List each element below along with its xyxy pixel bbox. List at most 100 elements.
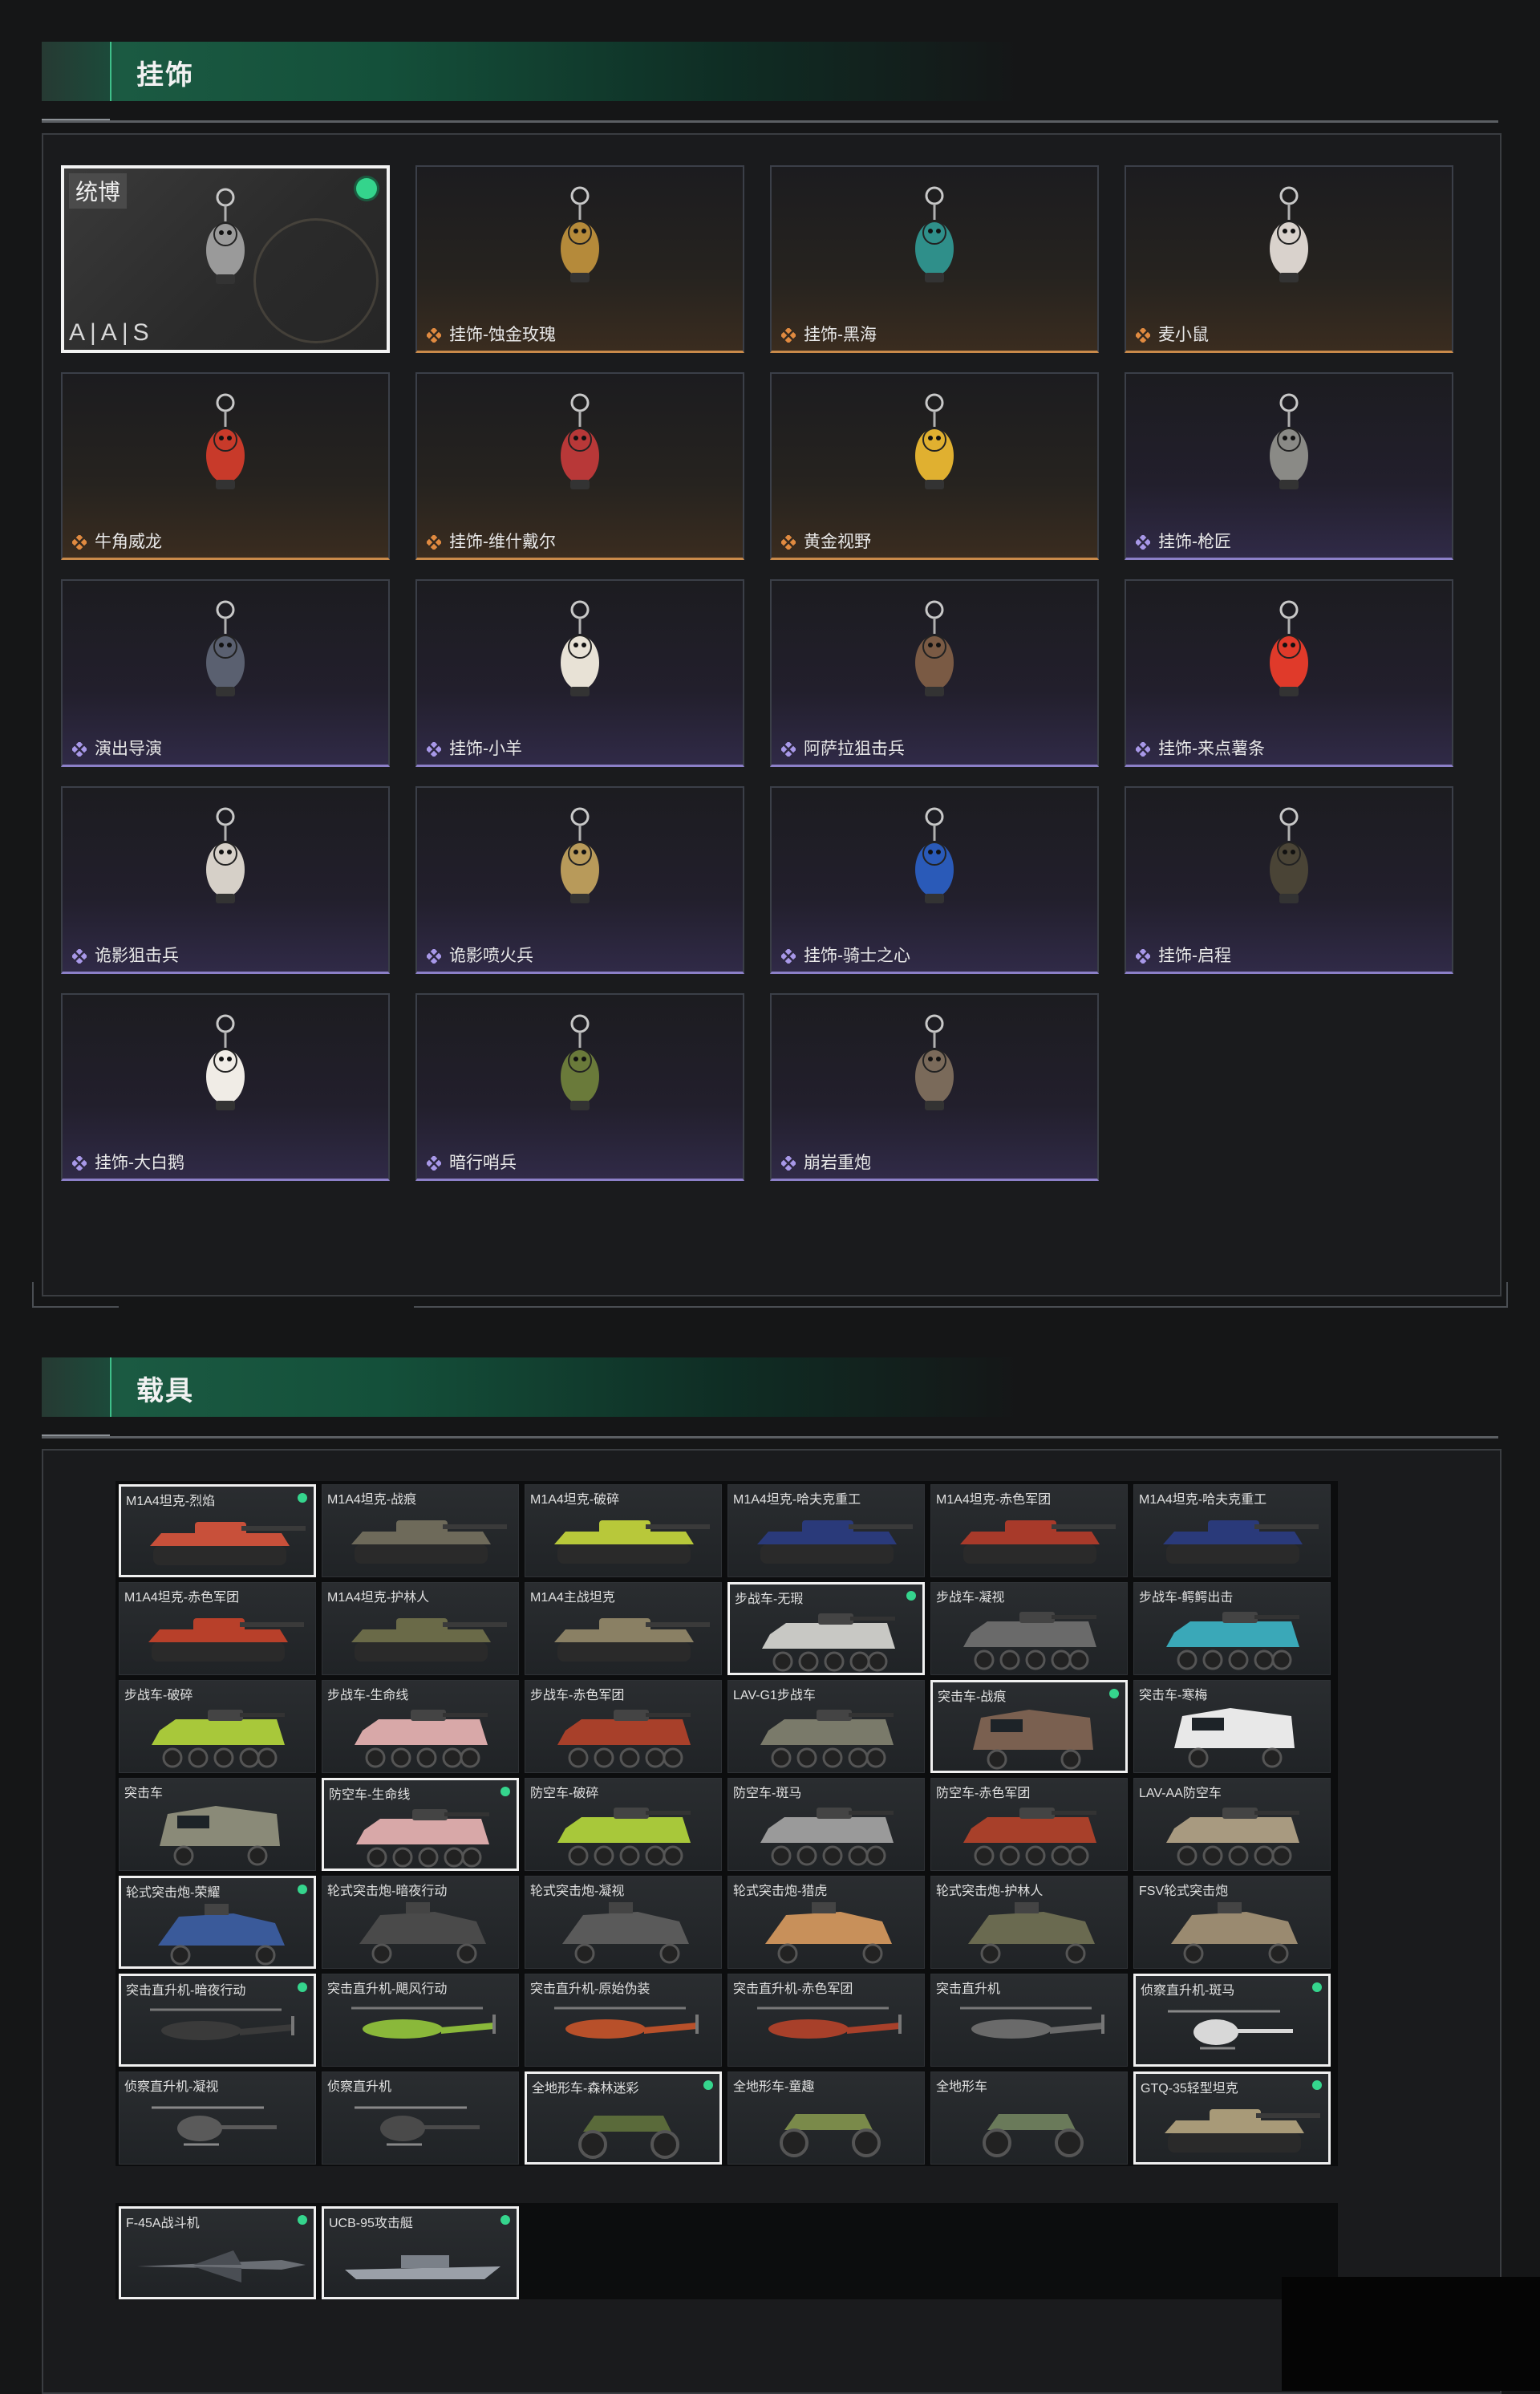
vehicle-card[interactable]: 突击直升机-赤色军团 (727, 1974, 925, 2067)
vehicle-card[interactable]: 侦察直升机-斑马 (1133, 1974, 1331, 2067)
anchor-charm-icon (915, 186, 954, 282)
vehicle-name: 突击直升机 (936, 1982, 1001, 1996)
pendant-card[interactable]: 挂饰-维什戴尔 (415, 372, 744, 560)
pendant-card[interactable]: 挂饰-启程 (1125, 786, 1453, 974)
vehicles-section-header: 载具 (42, 1357, 1498, 1438)
ifv-vehicle-icon (356, 1809, 489, 1868)
pendant-card[interactable]: 麦小鼠 (1125, 165, 1453, 353)
vehicle-card[interactable]: M1A4坦克-破碎 (525, 1484, 722, 1577)
pendant-card[interactable]: 挂饰-小羊 (415, 579, 744, 767)
pendant-label: 挂饰-来点薯条 (1158, 740, 1265, 758)
vehicle-name: 防空车-赤色军团 (936, 1787, 1031, 1800)
rarity-diamond-icon (781, 949, 796, 964)
pendant-label: 挂饰-骑士之心 (804, 947, 910, 965)
pendant-card[interactable]: 暗行哨兵 (415, 993, 744, 1181)
vehicle-card[interactable]: 防空车-生命线 (322, 1778, 519, 1871)
vehicle-card[interactable]: 突击车-寒梅 (1133, 1680, 1331, 1773)
pendant-card[interactable]: 黄金视野 (770, 372, 1099, 560)
vehicle-card[interactable]: M1A4坦克-护林人 (322, 1582, 519, 1675)
vehicle-card[interactable]: 防空车-斑马 (727, 1778, 925, 1871)
vehicle-card[interactable]: 轮式突击炮-凝视 (525, 1876, 722, 1969)
pendant-card[interactable]: 挂饰-枪匠 (1125, 372, 1453, 560)
pendant-card[interactable]: 挂饰-大白鹅 (61, 993, 390, 1181)
pendant-label: 挂饰-蚀金玫瑰 (449, 326, 556, 344)
pendant-card[interactable]: 阿萨拉狙击兵 (770, 579, 1099, 767)
equipped-indicator-icon (298, 2215, 307, 2225)
vehicle-card[interactable]: 全地形车-森林迷彩 (525, 2071, 722, 2165)
pendant-label: 挂饰-小羊 (449, 740, 522, 758)
ghost-sniper-charm-icon (206, 807, 245, 903)
pendant-card[interactable]: 崩岩重炮 (770, 993, 1099, 1181)
pendant-label: 暗行哨兵 (449, 1154, 517, 1172)
vehicle-card[interactable]: 侦察直升机-凝视 (119, 2071, 316, 2165)
pendant-card[interactable]: 演出导演 (61, 579, 390, 767)
vehicle-card[interactable]: 防空车-破碎 (525, 1778, 722, 1871)
vehicle-card[interactable]: M1A4坦克-烈焰 (119, 1484, 316, 1577)
fries-charm-icon (1270, 600, 1308, 696)
vehicle-card[interactable]: 步战车-鳄鳄出击 (1133, 1582, 1331, 1675)
vehicle-card[interactable]: 侦察直升机 (322, 2071, 519, 2165)
rarity-diamond-icon (781, 328, 796, 343)
vehicle-name: 步战车-赤色军团 (530, 1689, 625, 1702)
vehicle-card[interactable]: 突击直升机-飓风行动 (322, 1974, 519, 2067)
vehicle-name: F-45A战斗机 (126, 2217, 200, 2230)
vehicle-card[interactable]: M1A4坦克-哈夫克重工 (727, 1484, 925, 1577)
gold-rose-charm-icon (561, 186, 599, 282)
pendant-card[interactable]: 挂饰-蚀金玫瑰 (415, 165, 744, 353)
vehicle-card[interactable]: 突击直升机-暗夜行动 (119, 1974, 316, 2067)
vehicle-card[interactable]: 全地形车 (930, 2071, 1128, 2165)
vehicle-card[interactable]: LAV-AA防空车 (1133, 1778, 1331, 1871)
pendant-card[interactable]: 牛角威龙 (61, 372, 390, 560)
pendant-card[interactable]: 挂饰-骑士之心 (770, 786, 1099, 974)
boat-vehicle-icon (345, 2255, 500, 2279)
vehicle-card[interactable]: M1A4坦克-战痕 (322, 1484, 519, 1577)
rarity-diamond-icon (1136, 742, 1150, 757)
vehicle-card[interactable]: 突击车-战痕 (930, 1680, 1128, 1773)
equipped-indicator-icon (906, 1591, 916, 1601)
vehicle-card[interactable]: 步战车-生命线 (322, 1680, 519, 1773)
vehicle-card[interactable]: M1A4坦克-赤色军团 (930, 1484, 1128, 1577)
vehicle-card[interactable]: 全地形车-童趣 (727, 2071, 925, 2165)
vehicle-card[interactable]: UCB-95攻击艇 (322, 2206, 519, 2299)
vehicle-card[interactable]: 突击直升机-原始伪装 (525, 1974, 722, 2067)
ifv-vehicle-icon (963, 1612, 1096, 1670)
pendant-card[interactable]: 诡影狙击兵 (61, 786, 390, 974)
pendant-card[interactable]: 统博 A|A|S (61, 165, 390, 353)
director-charm-icon (206, 600, 245, 696)
compass-charm-icon (1270, 807, 1308, 903)
vehicle-card[interactable]: LAV-G1步战车 (727, 1680, 925, 1773)
pendant-card[interactable]: 挂饰-来点薯条 (1125, 579, 1453, 767)
vehicle-card[interactable]: 步战车-破碎 (119, 1680, 316, 1773)
vehicle-card[interactable]: 突击车 (119, 1778, 316, 1871)
vehicle-card[interactable]: 步战车-赤色军团 (525, 1680, 722, 1773)
ifv-vehicle-icon (355, 1710, 488, 1768)
vehicle-card[interactable]: FSV轮式突击炮 (1133, 1876, 1331, 1969)
vehicle-card[interactable]: 突击直升机 (930, 1974, 1128, 2067)
vehicle-card[interactable]: 步战车-无瑕 (727, 1582, 925, 1675)
vehicle-card[interactable]: 步战车-凝视 (930, 1582, 1128, 1675)
vehicle-card[interactable]: M1A4坦克-赤色军团 (119, 1582, 316, 1675)
vehicle-card[interactable]: 防空车-赤色军团 (930, 1778, 1128, 1871)
buggy-vehicle-icon (158, 1904, 285, 1966)
vehicle-name: 侦察直升机-斑马 (1141, 1984, 1235, 1998)
vehicle-name: 防空车-破碎 (530, 1787, 599, 1800)
vehicle-card[interactable]: M1A4坦克-哈夫克重工 (1133, 1484, 1331, 1577)
panel-bottom-line (414, 1306, 1508, 1308)
mrap-vehicle-icon (1174, 1708, 1295, 1768)
pendant-card[interactable]: 诡影喷火兵 (415, 786, 744, 974)
vehicle-card[interactable]: F-45A战斗机 (119, 2206, 316, 2299)
equipped-indicator-icon (298, 1885, 307, 1894)
vehicle-name: 步战车-凝视 (936, 1591, 1005, 1605)
vehicle-card[interactable]: 轮式突击炮-荣耀 (119, 1876, 316, 1969)
tag-charm-icon (561, 393, 599, 489)
pendant-card[interactable]: 挂饰-黑海 (770, 165, 1099, 353)
artillery-charm-icon (915, 1014, 954, 1110)
vehicle-card[interactable]: 轮式突击炮-猎虎 (727, 1876, 925, 1969)
vehicle-card[interactable]: GTQ-35轻型坦克 (1133, 2071, 1331, 2165)
vehicle-card[interactable]: 轮式突击炮-暗夜行动 (322, 1876, 519, 1969)
vehicle-name: 轮式突击炮-暗夜行动 (327, 1885, 448, 1898)
vehicle-card[interactable]: M1A4主战坦克 (525, 1582, 722, 1675)
rarity-diamond-icon (427, 535, 441, 550)
rarity-diamond-icon (1136, 535, 1150, 550)
vehicle-card[interactable]: 轮式突击炮-护林人 (930, 1876, 1128, 1969)
